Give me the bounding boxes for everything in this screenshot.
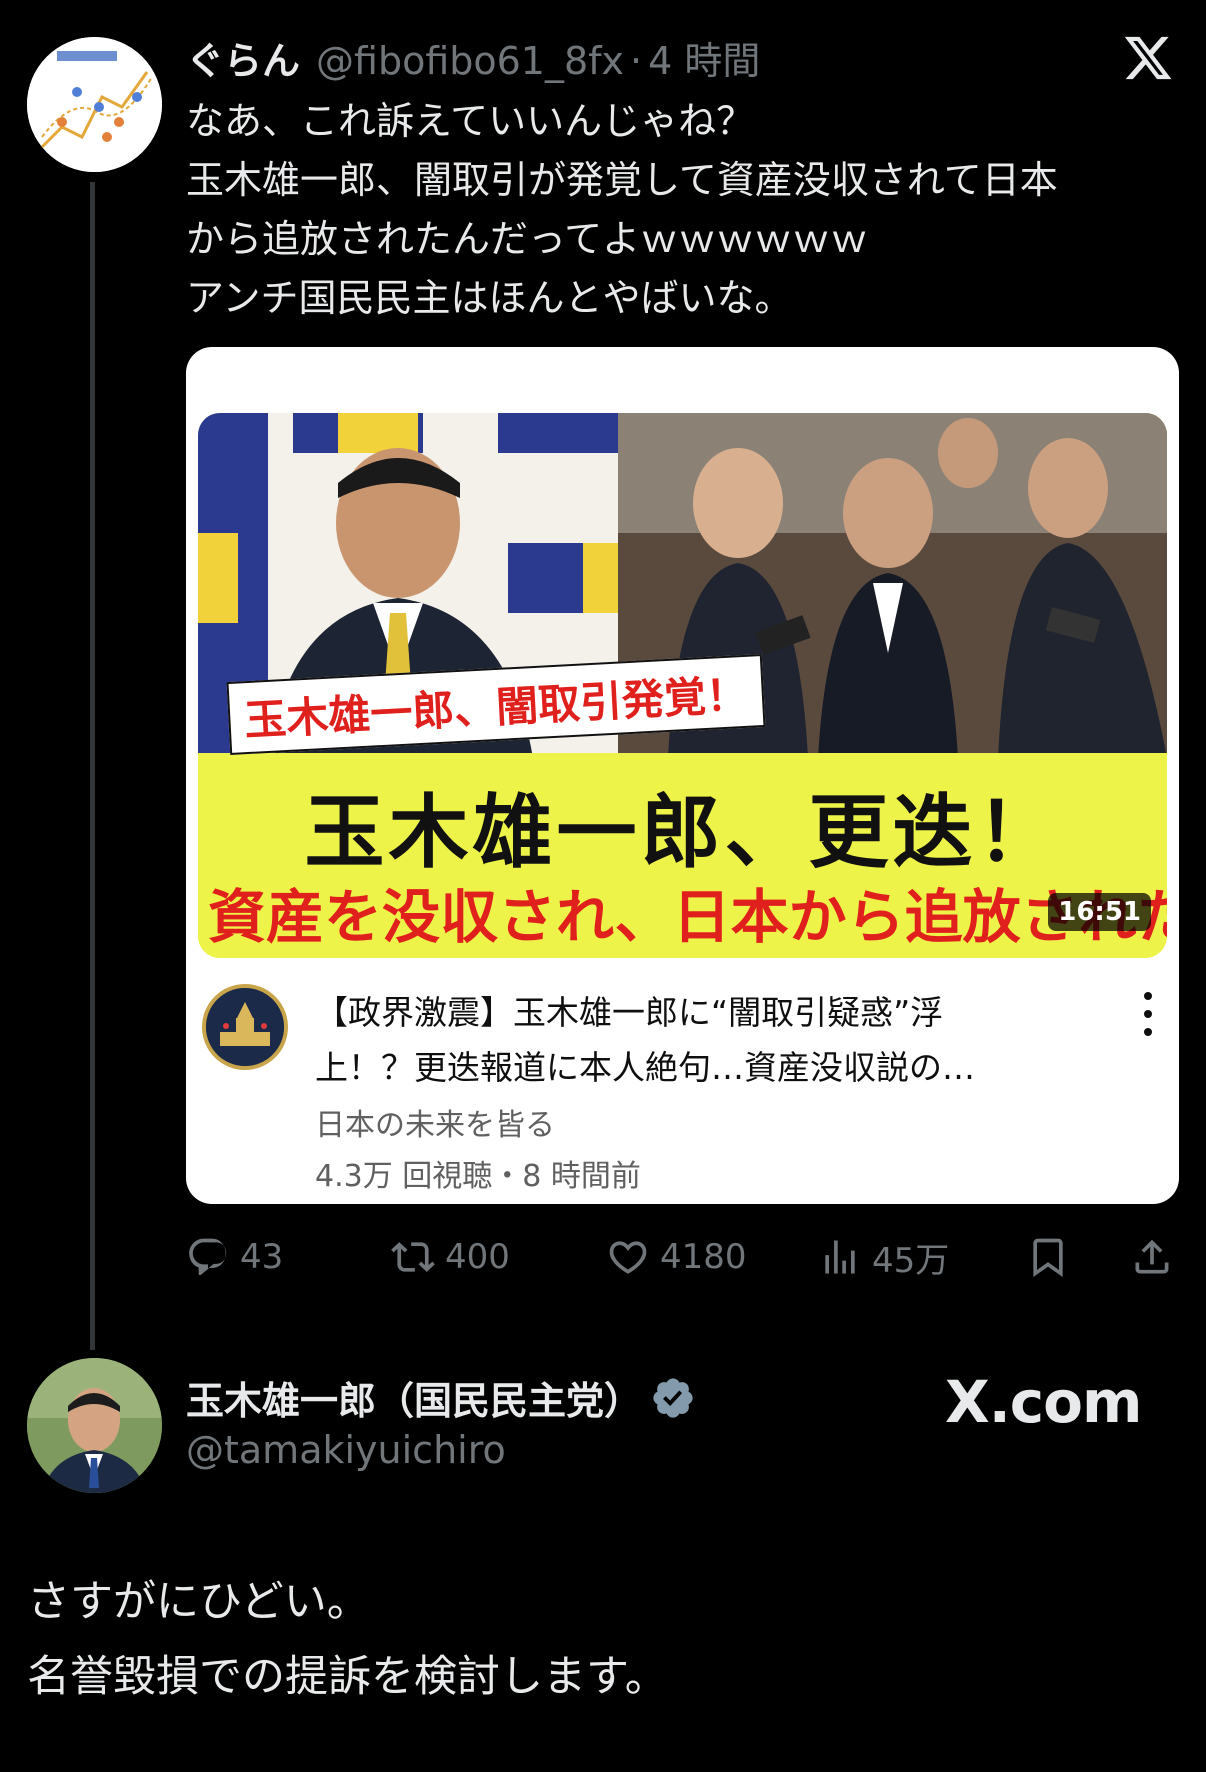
diet-building-icon xyxy=(206,988,284,1066)
reply-button[interactable]: 43 xyxy=(186,1232,283,1282)
video-card[interactable]: 玉木雄一郎、闇取引発覚！ 玉木雄一郎、更迭！ 資産を没収され、日本から追放された… xyxy=(186,347,1179,1204)
retweet-button[interactable]: 400 xyxy=(391,1232,510,1282)
chart-avatar-image xyxy=(27,37,162,172)
tweet-header: 玉木雄一郎（国民民主党） xyxy=(186,1370,696,1425)
tweet-header: ぐらん @fibofibo61_8fx · 4 時間 xyxy=(186,30,760,86)
timestamp[interactable]: 4 時間 xyxy=(648,30,760,85)
video-meta: 4.3万 回視聴・8 時間前 xyxy=(315,1159,641,1194)
tweet-text-line: さすがにひどい。 xyxy=(27,1577,370,1627)
user-avatar[interactable] xyxy=(27,1358,162,1493)
bookmark-icon xyxy=(1033,1238,1063,1278)
views-count: 45万 xyxy=(872,1240,950,1281)
retweet-icon xyxy=(391,1242,435,1272)
tweet-text-line: から追放されたんだってよｗｗｗｗｗｗ xyxy=(186,217,869,261)
bookmark-button[interactable] xyxy=(1026,1232,1080,1282)
display-name[interactable]: 玉木雄一郎（国民民主党） xyxy=(186,1370,642,1425)
reply-count: 43 xyxy=(240,1237,284,1277)
like-count: 4180 xyxy=(660,1237,747,1277)
video-title-line: 上！？更迭報道に本人絶句…資産没収説の… xyxy=(315,1048,975,1087)
x-logo-icon xyxy=(1122,32,1174,84)
thumbnail-headline: 玉木雄一郎、更迭！ xyxy=(304,786,1061,879)
tweet-text-line: なあ、これ訴えていいんじゃね？ xyxy=(186,99,755,143)
tweet-actions: 43 400 4180 45万 xyxy=(186,1232,1176,1282)
tweet-text-line: 名誉毀損での提訴を検討します。 xyxy=(27,1652,668,1702)
channel-name[interactable]: 日本の未来を皆る xyxy=(315,1100,555,1144)
tweet-text: なあ、これ訴えていいんじゃね？ 玉木雄一郎、闇取引が発覚して資産没収されて日本 … xyxy=(186,92,1176,328)
video-title-line: 【政界激震】玉木雄一郎に“闇取引疑惑”浮 xyxy=(315,993,944,1032)
user-handle[interactable]: @tamakiyuichiro xyxy=(186,1428,506,1472)
video-title[interactable]: 【政界激震】玉木雄一郎に“闇取引疑惑”浮 上！？更迭報道に本人絶句…資産没収説の… xyxy=(315,985,1075,1095)
thumbnail-subheadline: 資産を没収され、日本から追放された！ xyxy=(208,883,1167,951)
user-handle[interactable]: @fibofibo61_8fx xyxy=(316,39,624,83)
video-thumbnail[interactable]: 玉木雄一郎、闇取引発覚！ 玉木雄一郎、更迭！ 資産を没収され、日本から追放された… xyxy=(198,413,1167,958)
like-button[interactable]: 4180 xyxy=(606,1232,747,1282)
display-name[interactable]: ぐらん xyxy=(186,30,300,85)
more-options-icon[interactable] xyxy=(1138,992,1158,1048)
user-avatar[interactable] xyxy=(27,37,162,172)
thread-connector-line xyxy=(90,182,95,1350)
tweet-text: さすがにひどい。 名誉毀損での提訴を検討します。 xyxy=(27,1565,668,1715)
share-button[interactable] xyxy=(1130,1232,1184,1282)
tweet-text-line: アンチ国民民主はほんとやばいな。 xyxy=(186,276,793,320)
share-icon xyxy=(1135,1239,1169,1274)
views-button[interactable]: 45万 xyxy=(818,1232,949,1282)
tweet-text-line: 玉木雄一郎、闇取引が発覚して資産没収されて日本 xyxy=(186,158,1058,202)
heart-icon xyxy=(609,1241,647,1274)
separator-dot: · xyxy=(630,39,643,83)
verified-badge-icon xyxy=(653,1377,693,1418)
reply-icon xyxy=(189,1238,227,1276)
profile-photo xyxy=(27,1358,162,1493)
views-chart-icon xyxy=(825,1240,855,1274)
channel-avatar[interactable] xyxy=(202,984,288,1070)
retweet-count: 400 xyxy=(445,1237,510,1277)
x-com-watermark: X.com xyxy=(945,1368,1142,1436)
video-duration: 16:51 xyxy=(1048,893,1151,931)
